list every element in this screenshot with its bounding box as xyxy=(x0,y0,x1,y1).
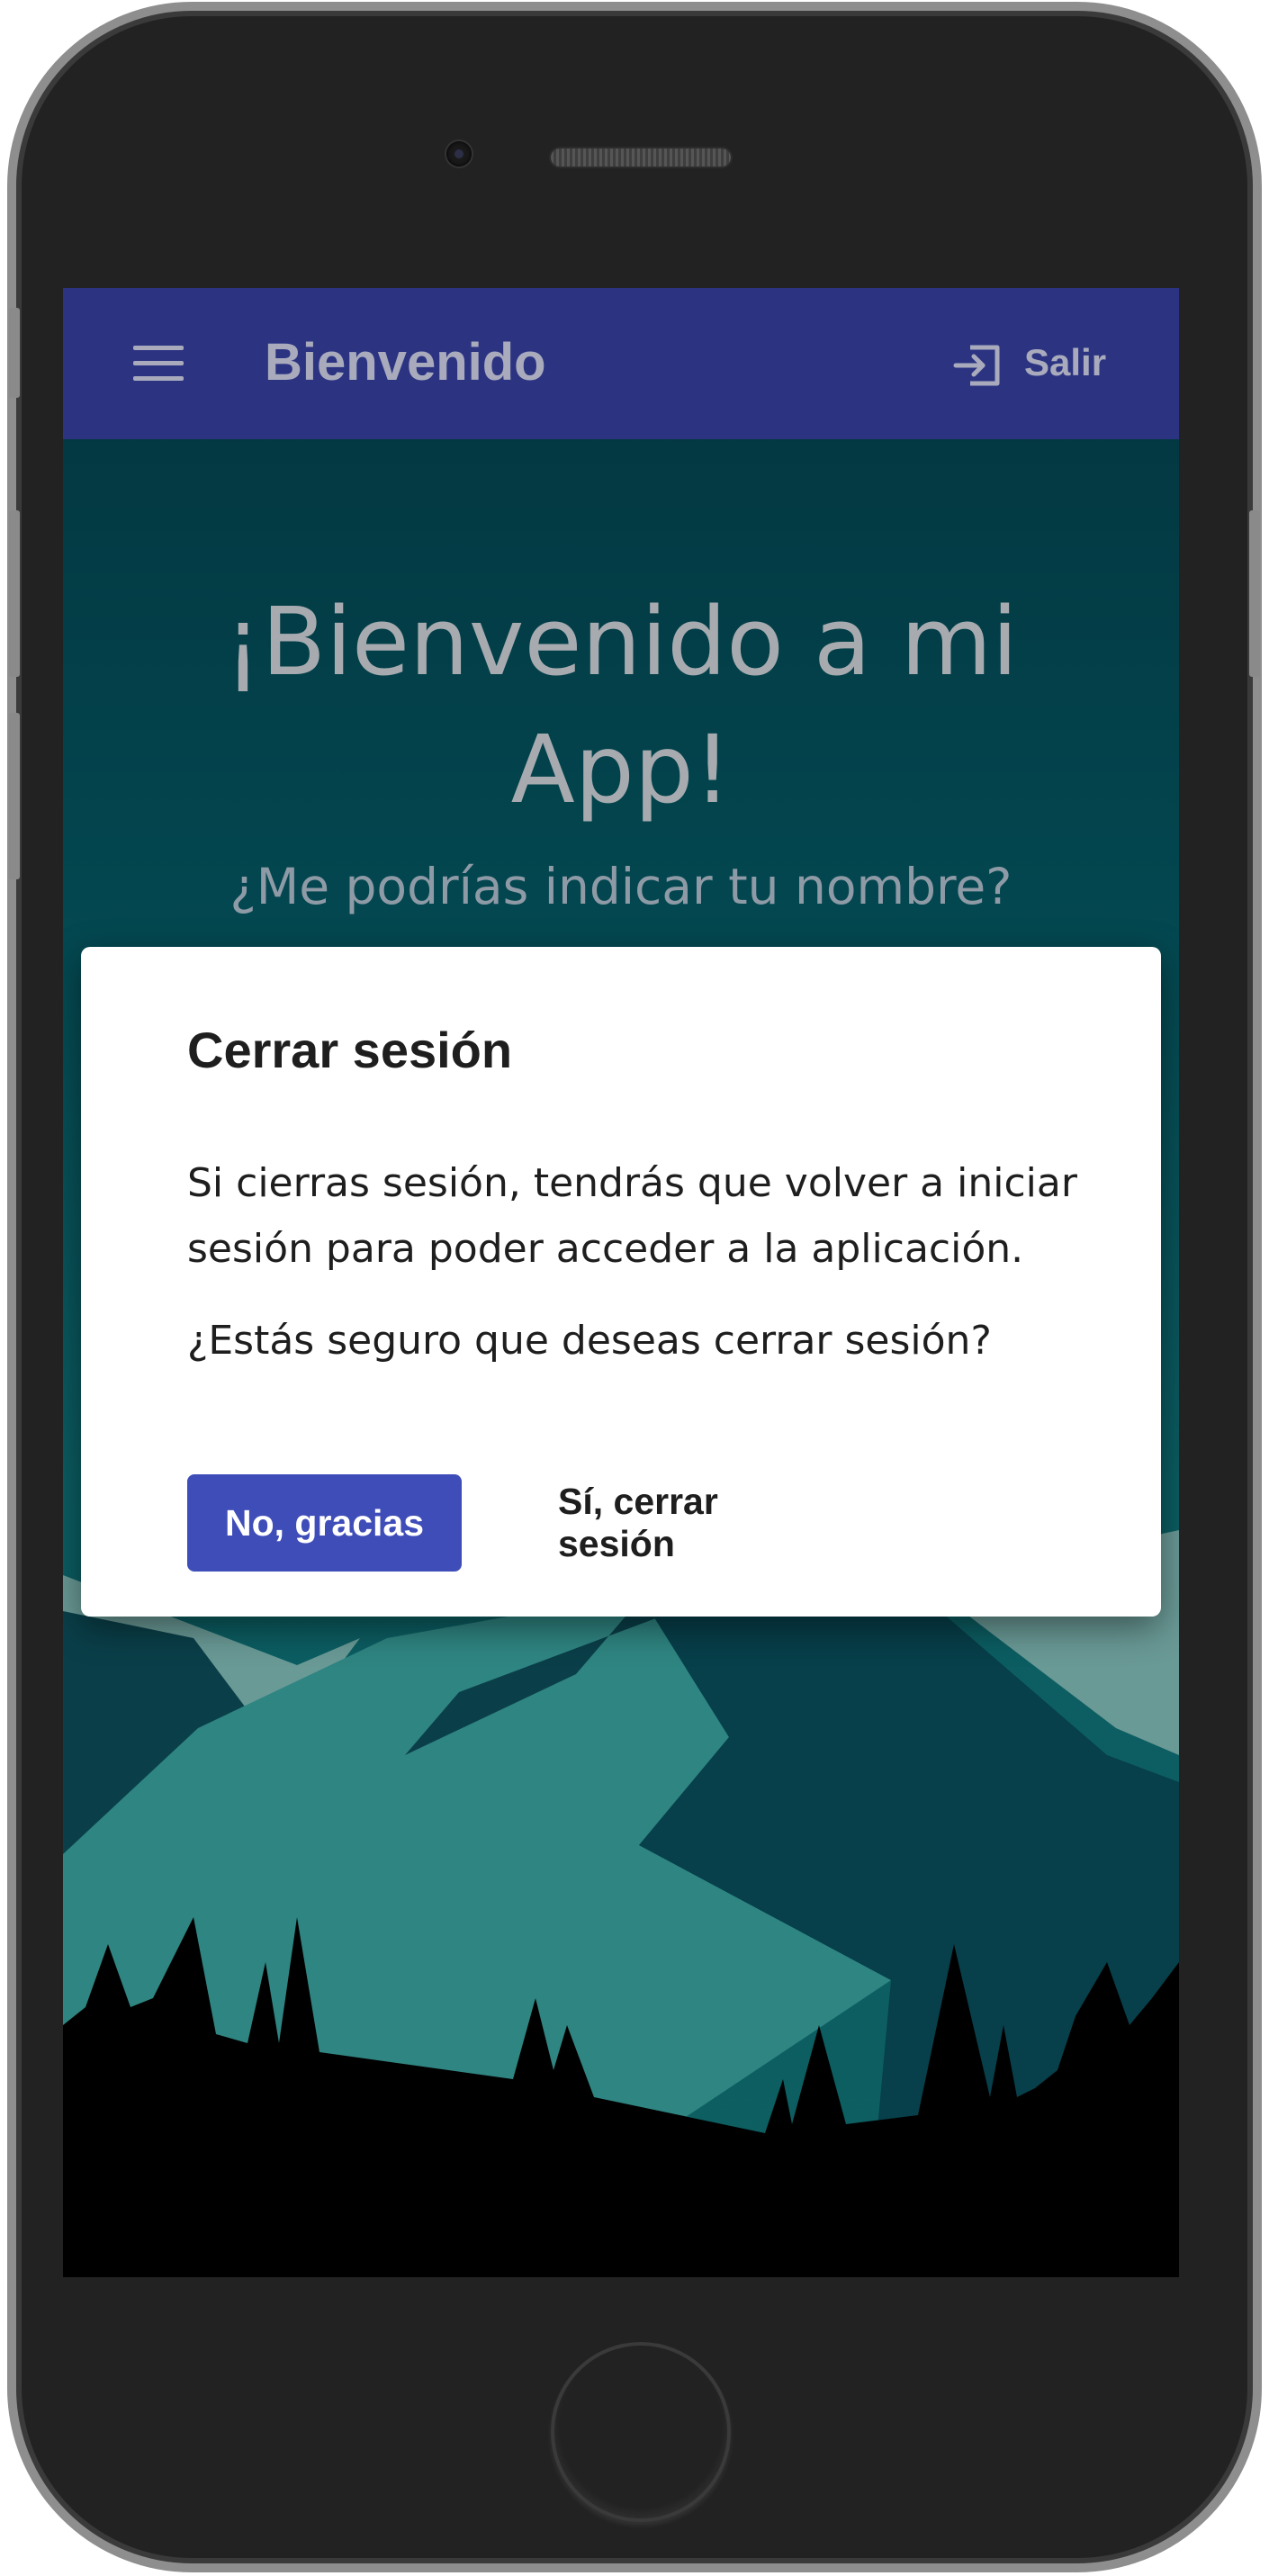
volume-up-button xyxy=(9,510,20,677)
silent-switch xyxy=(9,308,20,398)
power-button xyxy=(1249,510,1260,677)
home-button[interactable] xyxy=(551,2342,731,2522)
dialog-question-text: ¿Estás seguro que deseas cerrar sesión? xyxy=(187,1318,992,1364)
cancel-button[interactable]: No, gracias xyxy=(187,1474,462,1572)
earpiece-speaker xyxy=(551,149,731,167)
confirm-logout-button[interactable]: Sí, cerrar sesión xyxy=(502,1474,844,1572)
logout-dialog: Cerrar sesión Si cierras sesión, tendrás… xyxy=(81,947,1161,1617)
volume-down-button xyxy=(9,713,20,879)
front-camera xyxy=(446,141,472,167)
app-screen: Bienvenido Salir ¡Bienvenido a mi App! ¿… xyxy=(63,288,1179,2277)
dialog-body-text: Si cierras sesión, tendrás que volver a … xyxy=(187,1160,1077,1272)
dialog-title: Cerrar sesión xyxy=(187,1022,513,1078)
